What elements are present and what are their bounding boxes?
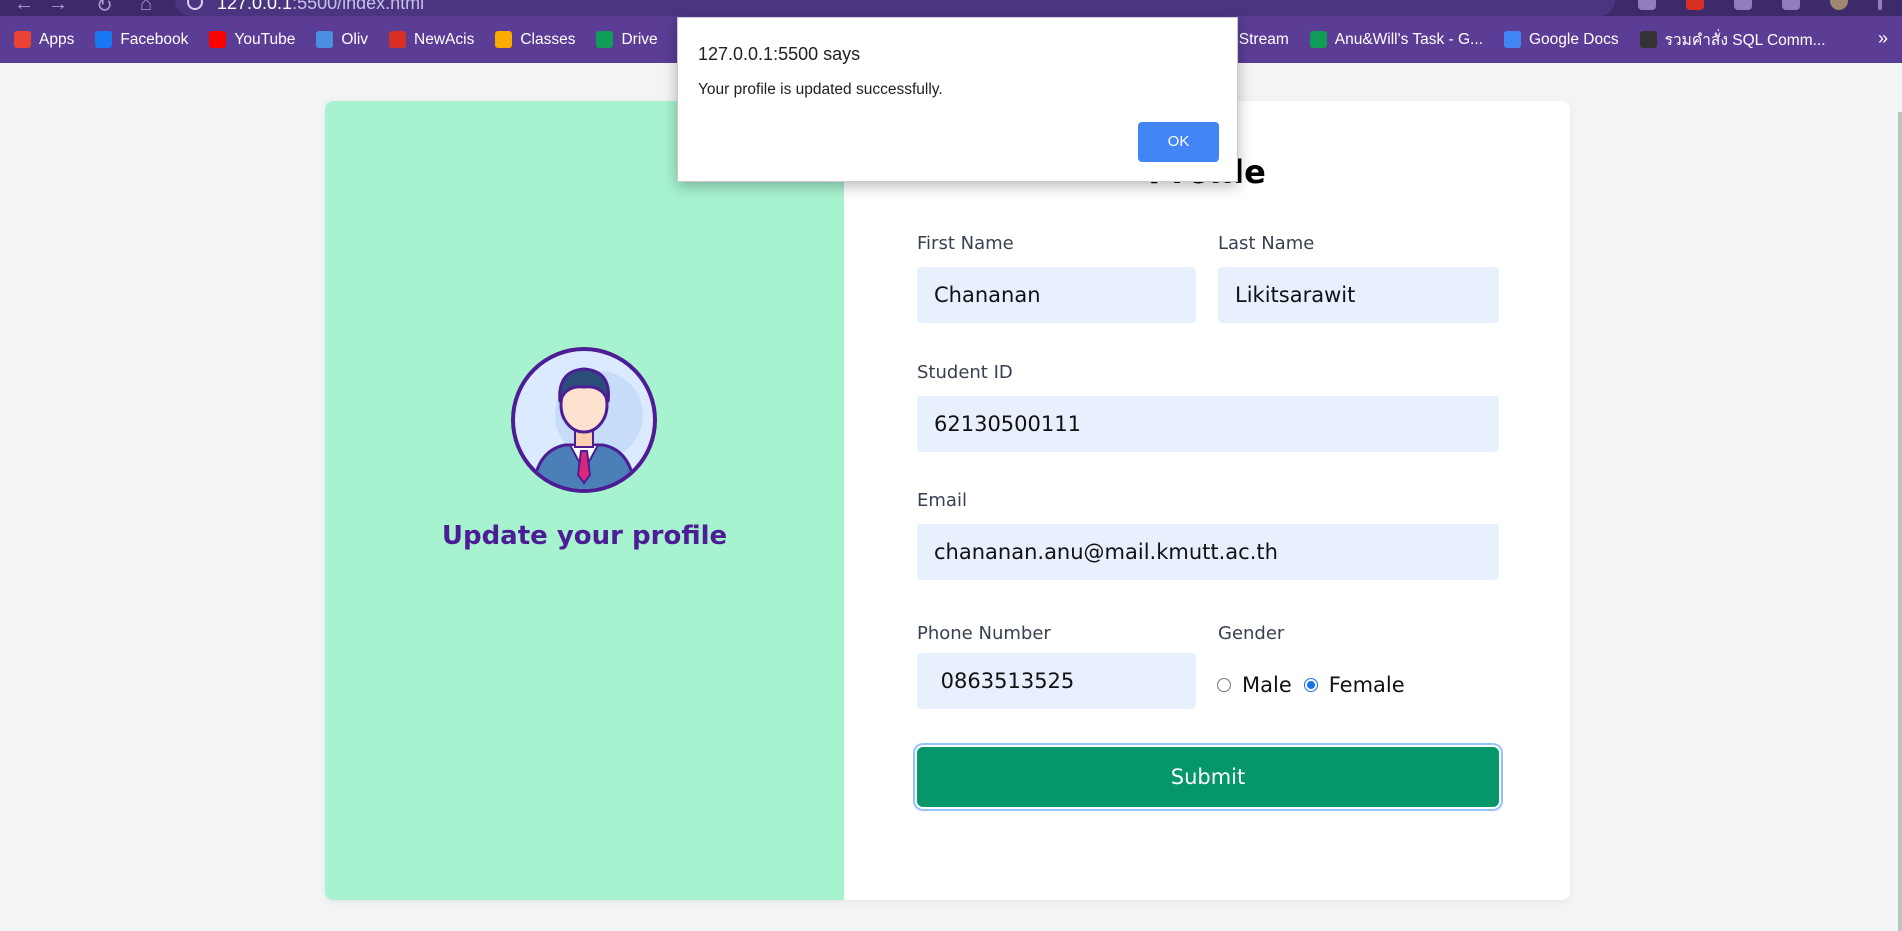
- bookmark-label: YouTube: [234, 30, 296, 48]
- url-host: 127.0.0.1: [217, 0, 293, 13]
- bookmarks-left: Apps Facebook YouTube Oliv NewAcis Classes Dri…: [14, 16, 679, 63]
- bookmark-label: Drive: [621, 30, 658, 48]
- profile-form: Profile First Name Chananan Last Name Li…: [844, 101, 1570, 900]
- gender-male-label[interactable]: Male: [1242, 673, 1292, 697]
- bookmark-item[interactable]: Classes: [495, 31, 575, 49]
- dialog-ok-button[interactable]: OK: [1138, 122, 1219, 162]
- bookmarks-right: rt Stream Anu&Will's Task - G... Google Do…: [1225, 16, 1847, 63]
- menu-dots-icon[interactable]: [1878, 0, 1882, 10]
- first-name-label: First Name: [917, 233, 1014, 254]
- profile-card: Update your profile Profile First Name C…: [325, 101, 1570, 900]
- page-scrollbar[interactable]: [1898, 112, 1902, 931]
- youtube-icon: [209, 31, 227, 48]
- s-link-icon: [1639, 31, 1657, 48]
- bookmark-item[interactable]: Apps: [14, 31, 74, 49]
- update-profile-heading: Update your profile: [441, 521, 728, 551]
- dialog-message: Your profile is updated successfully.: [698, 81, 943, 98]
- classroom-icon: [495, 31, 513, 48]
- email-field[interactable]: chananan.anu@mail.kmutt.ac.th: [917, 524, 1499, 580]
- bookmark-item[interactable]: Anu&Will's Task - G...: [1309, 30, 1483, 49]
- last-name-label: Last Name: [1218, 233, 1315, 254]
- profile-side-panel: Update your profile: [325, 101, 844, 900]
- bookmark-item[interactable]: NewAcis: [389, 31, 474, 49]
- alert-dialog: 127.0.0.1:5500 says Your profile is upda…: [677, 17, 1238, 182]
- gender-radio-group: Male Female: [1217, 670, 1417, 700]
- dialog-title: 127.0.0.1:5500 says: [698, 44, 861, 64]
- gender-label: Gender: [1218, 623, 1285, 644]
- student-id-field[interactable]: 62130500111: [917, 396, 1499, 452]
- student-id-label: Student ID: [917, 362, 1013, 383]
- profile-avatar-icon[interactable]: [1830, 0, 1848, 10]
- facebook-icon: [95, 31, 113, 48]
- bookmark-label: Google Docs: [1528, 30, 1619, 48]
- gender-female-radio[interactable]: [1303, 678, 1318, 692]
- first-name-field[interactable]: Chananan: [917, 267, 1196, 323]
- apps-grid-icon: [14, 31, 31, 48]
- newacis-icon: [389, 31, 407, 48]
- site-info-icon[interactable]: [187, 0, 203, 10]
- google-icon: [1503, 31, 1521, 48]
- bookmark-item[interactable]: YouTube: [209, 31, 295, 49]
- bookmark-label: Anu&Will's Task - G...: [1334, 30, 1483, 48]
- address-bar[interactable]: 127.0.0.1:5500/index.html: [175, 0, 1615, 16]
- phone-number-label: Phone Number: [917, 623, 1051, 644]
- last-name-field[interactable]: Likitsarawit: [1218, 267, 1499, 323]
- bookmark-label: Facebook: [120, 30, 189, 48]
- media-icon[interactable]: [1782, 0, 1800, 10]
- puzzle-icon[interactable]: [1734, 0, 1752, 10]
- extension-icons: [1638, 0, 1882, 16]
- bookmark-label: Classes: [520, 30, 576, 48]
- bookmark-item[interactable]: Oliv: [316, 31, 368, 49]
- address-text: 127.0.0.1:5500/index.html: [217, 0, 424, 14]
- bookmark-item[interactable]: Google Docs: [1503, 30, 1619, 49]
- user-avatar-icon: [511, 347, 657, 493]
- forward-icon[interactable]: →: [48, 0, 68, 16]
- back-icon[interactable]: ←: [14, 0, 34, 16]
- home-icon[interactable]: ⌂: [140, 0, 152, 16]
- bookmark-item[interactable]: รวมคำสั่ง SQL Comm...: [1639, 27, 1826, 52]
- sheets-icon: [1309, 31, 1327, 48]
- url-path: :5500/index.html: [292, 0, 425, 13]
- bookmark-item[interactable]: Facebook: [95, 31, 188, 49]
- bookmark-label: รวมคำสั่ง SQL Comm...: [1664, 32, 1826, 49]
- bookmark-label: Apps: [39, 30, 75, 48]
- drive-icon: [596, 31, 614, 48]
- bookmarks-overflow-icon[interactable]: »: [1878, 28, 1888, 49]
- submit-button[interactable]: Submit: [917, 747, 1499, 807]
- oliv-icon: [316, 31, 334, 48]
- abp-icon[interactable]: [1686, 0, 1704, 10]
- bookmark-label: Oliv: [341, 30, 369, 48]
- extension-icon[interactable]: [1638, 0, 1656, 10]
- gender-female-label[interactable]: Female: [1329, 673, 1405, 697]
- bookmark-item[interactable]: Drive: [596, 30, 658, 49]
- phone-number-field[interactable]: 0863513525: [917, 653, 1196, 709]
- email-label: Email: [917, 490, 967, 511]
- bookmark-label: NewAcis: [414, 30, 475, 48]
- gender-male-radio[interactable]: [1217, 678, 1231, 692]
- browser-toolbar: ← → ↻ ⌂ 127.0.0.1:5500/index.html: [0, 0, 1902, 17]
